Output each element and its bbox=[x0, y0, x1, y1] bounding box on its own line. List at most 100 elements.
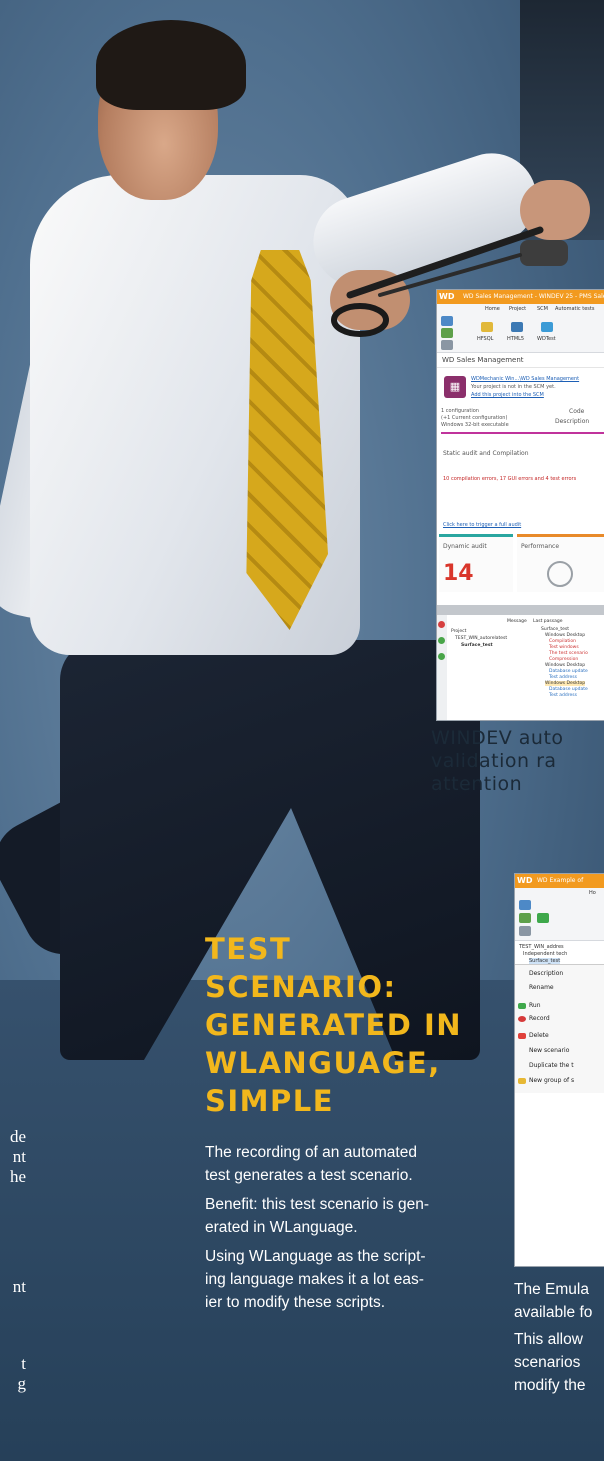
section-body: The recording of an automated test gener… bbox=[205, 1141, 455, 1320]
menu-item-new-group[interactable]: New group of s bbox=[529, 1077, 574, 1084]
heading-line: GENERATED IN bbox=[205, 1008, 463, 1042]
performance-tile[interactable]: Performance bbox=[517, 534, 604, 592]
tree-item[interactable]: Database update bbox=[549, 687, 588, 692]
tree-item[interactable]: Surface_test bbox=[461, 643, 493, 648]
menu-item-record[interactable]: Record bbox=[529, 1015, 550, 1022]
success-icon[interactable] bbox=[438, 637, 445, 644]
caption-line: The Emula bbox=[514, 1281, 589, 1298]
side-toolbar bbox=[437, 615, 447, 720]
clipped-line: nt bbox=[12, 1147, 26, 1166]
menu-item-new-scenario[interactable]: New scenario bbox=[529, 1047, 569, 1054]
tree-item[interactable]: Windows Desktop bbox=[545, 633, 585, 638]
dynamic-audit-value: 14 bbox=[443, 561, 474, 586]
tree-item[interactable]: Compression bbox=[549, 657, 578, 662]
record-icon bbox=[518, 1016, 526, 1022]
project-scm-note: Your project is not in the SCM yet. bbox=[471, 384, 556, 390]
menu-item-rename[interactable]: Rename bbox=[529, 984, 554, 991]
section-divider bbox=[441, 432, 604, 434]
tree-item[interactable]: Surface_test bbox=[541, 627, 569, 632]
screenshot-caption-bottom: The Emula available fo This allow scenar… bbox=[514, 1278, 604, 1397]
menu-item-description[interactable]: Description bbox=[529, 970, 563, 977]
static-audit-title: Static audit and Compilation bbox=[443, 450, 529, 457]
ribbon-tab-automatic-tests[interactable]: Automatic tests bbox=[555, 306, 594, 312]
run-icon bbox=[518, 1003, 526, 1009]
ribbon-tab-home[interactable]: Home bbox=[485, 306, 500, 312]
compilation-errors[interactable]: 10 compilation errors, 17 GUI errors and… bbox=[443, 476, 576, 482]
open-icon[interactable] bbox=[519, 913, 531, 923]
test-icon[interactable] bbox=[537, 913, 549, 923]
tree-item[interactable]: Test address bbox=[549, 675, 577, 680]
caption-line: modify the bbox=[514, 1377, 586, 1394]
body-paragraph: The recording of an automated test gener… bbox=[205, 1141, 455, 1187]
clipped-line: he bbox=[9, 1167, 26, 1186]
body-line: erated in WLanguage. bbox=[205, 1219, 358, 1236]
caption-line: This allow bbox=[514, 1331, 583, 1348]
hfsql-icon[interactable] bbox=[481, 322, 493, 332]
html5-icon[interactable] bbox=[511, 322, 523, 332]
menu-item-delete[interactable]: Delete bbox=[529, 1032, 549, 1039]
tree-item[interactable]: Compilation bbox=[549, 639, 576, 644]
open-icon[interactable] bbox=[441, 328, 453, 338]
dynamic-audit-tile[interactable]: Dynamic audit 14 bbox=[439, 534, 513, 592]
body-line: Using WLanguage as the script- bbox=[205, 1248, 426, 1265]
body-paragraph: Benefit: this test scenario is gen- erat… bbox=[205, 1193, 455, 1239]
project-path-link[interactable]: WDMechanic Win...\WD Sales Management bbox=[471, 376, 579, 382]
caption-line: WINDEV auto bbox=[431, 727, 564, 749]
caption-line: scenarios bbox=[514, 1354, 581, 1371]
new-icon[interactable] bbox=[519, 900, 531, 910]
body-line: The recording of an automated bbox=[205, 1144, 417, 1161]
error-icon[interactable] bbox=[438, 621, 445, 628]
clipped-line: nt bbox=[12, 1277, 26, 1296]
project-app-icon: ▦ bbox=[444, 376, 466, 398]
ribbon-label-hfsql: HFSQL bbox=[477, 336, 494, 342]
menu-item-duplicate[interactable]: Duplicate the t bbox=[529, 1062, 574, 1069]
stopwatch-icon bbox=[547, 561, 573, 587]
caption-line: validation ra bbox=[431, 750, 557, 772]
ribbon-label-wdtest: WDTest bbox=[537, 336, 556, 342]
tree-item[interactable]: TEST_WIN_autorelatest bbox=[455, 636, 507, 641]
tree-item[interactable]: Database update bbox=[549, 669, 588, 674]
tree-item[interactable]: TEST_WIN_addres bbox=[519, 944, 564, 950]
new-icon[interactable] bbox=[441, 316, 453, 326]
photo-hair bbox=[96, 20, 246, 110]
ribbon-toolbar: Home Project SCM Automatic tests HFSQL H… bbox=[437, 304, 604, 353]
description-label: Description bbox=[555, 418, 590, 425]
tree-item[interactable]: Windows Desktop bbox=[545, 681, 586, 686]
ribbon-tab-project[interactable]: Project bbox=[509, 306, 526, 312]
tree-header-last-passage[interactable]: Last passage bbox=[533, 619, 563, 624]
caption-line: available fo bbox=[514, 1304, 593, 1321]
wdtest-icon[interactable] bbox=[541, 322, 553, 332]
ribbon-tab-scm[interactable]: SCM bbox=[537, 306, 548, 312]
delete-icon bbox=[518, 1033, 526, 1039]
ribbon-tab-home[interactable]: Ho bbox=[589, 890, 596, 896]
ribbon-toolbar: Ho bbox=[515, 888, 604, 941]
success-icon[interactable] bbox=[438, 653, 445, 660]
pane-splitter[interactable] bbox=[437, 605, 604, 615]
add-to-scm-link[interactable]: Add this project into the SCM bbox=[471, 392, 544, 398]
tree-header-message[interactable]: Message bbox=[507, 619, 527, 624]
performance-label: Performance bbox=[521, 543, 560, 550]
tree-item[interactable]: The test scenario bbox=[549, 651, 588, 656]
screenshot-project-dashboard: WD Sales Management - WINDEV 25 - PMS Sa… bbox=[436, 289, 604, 721]
undo-icon[interactable] bbox=[441, 340, 453, 350]
code-label: Code bbox=[569, 408, 585, 415]
clipped-line: g bbox=[17, 1374, 27, 1393]
tree-item[interactable]: Windows Desktop bbox=[545, 663, 585, 668]
full-audit-link[interactable]: Click here to trigger a full audit bbox=[443, 522, 521, 528]
ribbon-label-html5: HTML5 bbox=[507, 336, 525, 342]
dynamic-audit-label: Dynamic audit bbox=[443, 543, 487, 550]
heading-line: SCENARIO: bbox=[205, 970, 397, 1004]
tree-item[interactable]: Project bbox=[451, 629, 466, 634]
section-heading: TEST SCENARIO: GENERATED IN WLANGUAGE, S… bbox=[205, 930, 462, 1120]
undo-icon[interactable] bbox=[519, 926, 531, 936]
folder-icon bbox=[518, 1078, 526, 1084]
screenshot-test-context-menu: WD Example of WD Ho TEST_WIN_addres Inde… bbox=[514, 873, 604, 1267]
heading-line: WLANGUAGE, bbox=[205, 1046, 441, 1080]
body-line: Benefit: this test scenario is gen- bbox=[205, 1196, 430, 1213]
tree-item[interactable]: Test address bbox=[549, 693, 577, 698]
tree-item[interactable]: Independent tech bbox=[523, 951, 567, 957]
project-name: WD Sales Management bbox=[437, 353, 604, 368]
menu-item-run[interactable]: Run bbox=[529, 1002, 541, 1009]
windev-logo-icon: WD bbox=[439, 291, 459, 303]
tree-item[interactable]: Test windows bbox=[549, 645, 579, 650]
